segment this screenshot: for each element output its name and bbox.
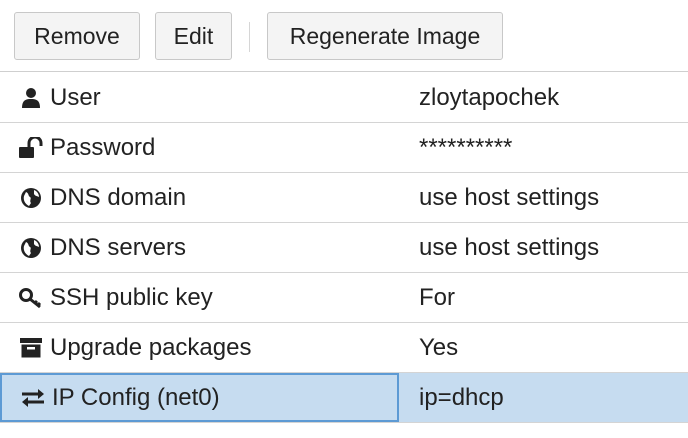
key-cell: IP Config (net0) — [0, 373, 399, 422]
exchange-icon — [20, 385, 46, 411]
value-cell: use host settings — [419, 233, 600, 261]
value-cell: zloytapochek — [419, 83, 560, 111]
globe-icon — [18, 185, 44, 211]
row-key-label: User — [50, 83, 101, 111]
toolbar-separator — [249, 22, 250, 52]
row-dns-servers[interactable]: DNS servers use host settings — [0, 223, 688, 273]
unlock-icon — [18, 135, 44, 161]
user-icon — [18, 85, 44, 111]
row-key-label: SSH public key — [50, 283, 213, 311]
remove-button[interactable]: Remove — [14, 12, 140, 60]
row-key-label: DNS domain — [50, 183, 187, 211]
row-upgrade-packages[interactable]: Upgrade packages Yes — [0, 323, 688, 373]
globe-icon — [18, 235, 44, 261]
row-key-label: IP Config (net0) — [52, 383, 220, 411]
key-cell: DNS domain — [0, 173, 399, 222]
archive-icon — [18, 335, 44, 361]
value-cell: ip=dhcp — [419, 383, 504, 411]
row-key-label: DNS servers — [50, 233, 187, 261]
key-icon — [18, 285, 44, 311]
row-key-label: Password — [50, 133, 156, 161]
value-cell: use host settings — [419, 183, 600, 211]
regenerate-image-button[interactable]: Regenerate Image — [267, 12, 503, 60]
key-cell: Password — [0, 123, 399, 172]
row-ip-config-net0[interactable]: IP Config (net0) ip=dhcp — [0, 373, 688, 423]
row-ssh-public-key[interactable]: SSH public key For — [0, 273, 688, 323]
row-dns-domain[interactable]: DNS domain use host settings — [0, 173, 688, 223]
value-cell: Yes — [419, 333, 459, 361]
key-cell: DNS servers — [0, 223, 399, 272]
cloud-init-grid: User zloytapochek Password ********** DN… — [0, 73, 688, 423]
value-cell: ********** — [419, 133, 513, 161]
edit-button[interactable]: Edit — [155, 12, 232, 60]
key-cell: SSH public key — [0, 273, 399, 322]
row-user[interactable]: User zloytapochek — [0, 73, 688, 123]
key-cell: User — [0, 73, 399, 122]
row-password[interactable]: Password ********** — [0, 123, 688, 173]
key-cell: Upgrade packages — [0, 323, 399, 372]
toolbar: Remove Edit Regenerate Image — [0, 0, 688, 72]
value-cell: For — [419, 283, 455, 311]
row-key-label: Upgrade packages — [50, 333, 252, 361]
